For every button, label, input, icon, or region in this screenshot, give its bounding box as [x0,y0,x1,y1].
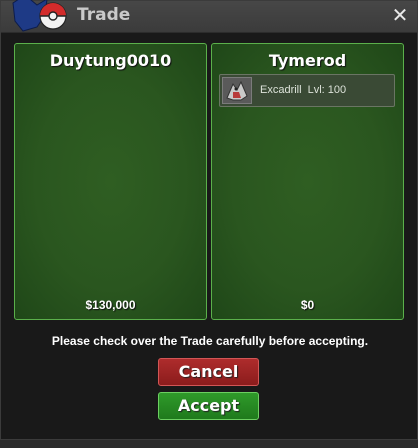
background-strip [0,440,418,448]
title-bar[interactable]: Trade ✕ [1,0,417,33]
close-button[interactable]: ✕ [390,4,410,26]
game-logo-icon [12,0,67,32]
cancel-button[interactable]: Cancel [158,358,259,386]
partner-offer-panel: Tymerod Excadrill Lvl: 100 $0 [211,43,404,320]
my-offer-panel: Duytung0010 $130,000 [14,43,207,320]
my-player-name: Duytung0010 [49,51,172,70]
my-money-offer[interactable]: $130,000 [15,298,206,312]
item-name: Excadrill [260,84,302,96]
excadrill-icon [222,77,252,104]
item-level: Lvl: 100 [307,84,347,96]
window-title: Trade [77,5,131,25]
partner-player-name: Tymerod [268,51,347,70]
accept-button[interactable]: Accept [158,392,259,420]
offer-item-slot[interactable]: Excadrill Lvl: 100 [219,74,395,107]
trade-window: Trade ✕ Duytung0010 $130,000 Tymerod Exc… [0,0,418,440]
item-label: Excadrill Lvl: 100 [260,84,352,96]
trade-notice: Please check over the Trade carefully be… [51,334,369,348]
partner-money-offer: $0 [300,298,315,312]
